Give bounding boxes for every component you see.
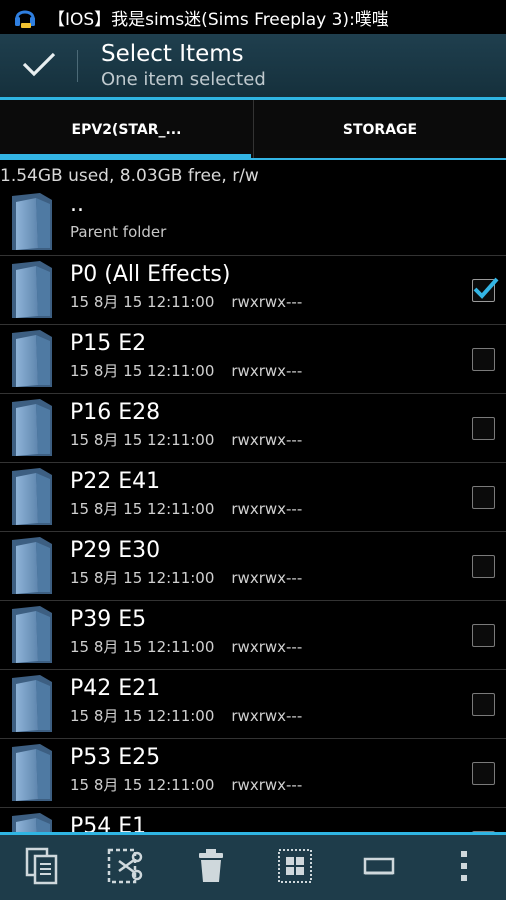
folder-name: P54 E1: [70, 814, 147, 832]
page-title: Select Items: [101, 40, 244, 67]
overflow-menu-button[interactable]: [440, 844, 488, 892]
folder-date: 15 8月 15 12:11:00: [70, 707, 215, 725]
status-bar: 【IOS】我是sims迷(Sims Freeplay 3):噗嗤: [0, 0, 506, 34]
folder-name: P0 (All Effects): [70, 262, 231, 287]
folder-icon: [10, 605, 54, 665]
copy-icon: [25, 847, 59, 889]
row-checkbox[interactable]: [472, 348, 495, 371]
file-row[interactable]: P54 E1: [0, 808, 506, 832]
parent-folder-row[interactable]: .. Parent folder: [0, 188, 506, 256]
folder-name: P39 E5: [70, 607, 147, 632]
folder-meta: 15 8月 15 12:11:00 rwxrwx---: [70, 499, 302, 519]
folder-name: P42 E21: [70, 676, 161, 701]
folder-meta: 15 8月 15 12:11:00 rwxrwx---: [70, 568, 302, 588]
row-checkbox[interactable]: [472, 555, 495, 578]
folder-date: 15 8月 15 12:11:00: [70, 638, 215, 656]
file-row[interactable]: P53 E25 15 8月 15 12:11:00 rwxrwx---: [0, 739, 506, 808]
tab-divider-line: [0, 158, 506, 160]
folder-date: 15 8月 15 12:11:00: [70, 431, 215, 449]
delete-button[interactable]: [187, 844, 235, 892]
storage-info: 1.54GB used, 8.03GB free, r/w: [0, 166, 259, 186]
folder-icon: [10, 743, 54, 803]
folder-icon: [10, 467, 54, 527]
folder-meta: 15 8月 15 12:11:00 rwxrwx---: [70, 430, 302, 450]
folder-permissions: rwxrwx---: [231, 293, 303, 311]
folder-icon: [10, 329, 54, 389]
delete-icon: [197, 848, 225, 888]
parent-folder-label: Parent folder: [70, 223, 167, 241]
folder-name: P22 E41: [70, 469, 161, 494]
row-checkbox[interactable]: [472, 417, 495, 440]
folder-permissions: rwxrwx---: [231, 569, 303, 587]
file-row[interactable]: P16 E28 15 8月 15 12:11:00 rwxrwx---: [0, 394, 506, 463]
folder-permissions: rwxrwx---: [231, 638, 303, 656]
file-row[interactable]: P0 (All Effects) 15 8月 15 12:11:00 rwxrwx-…: [0, 256, 506, 325]
action-bar: Select Items One item selected: [0, 34, 506, 100]
tab-bar: EPV2(STAR_... STORAGE: [0, 100, 506, 160]
folder-name: P15 E2: [70, 331, 147, 356]
file-row[interactable]: P39 E5 15 8月 15 12:11:00 rwxrwx---: [0, 601, 506, 670]
folder-permissions: rwxrwx---: [231, 431, 303, 449]
row-checkbox[interactable]: [472, 762, 495, 785]
row-checkbox[interactable]: [472, 624, 495, 647]
cut-icon: [107, 847, 145, 889]
bottom-action-bar: [0, 832, 506, 900]
folder-icon: [10, 260, 54, 320]
folder-meta: 15 8月 15 12:11:00 rwxrwx---: [70, 775, 302, 795]
folder-permissions: rwxrwx---: [231, 500, 303, 518]
folder-date: 15 8月 15 12:11:00: [70, 293, 215, 311]
file-row[interactable]: P29 E30 15 8月 15 12:11:00 rwxrwx---: [0, 532, 506, 601]
folder-icon: [10, 812, 54, 832]
selection-count: One item selected: [101, 68, 266, 90]
folder-meta: 15 8月 15 12:11:00 rwxrwx---: [70, 292, 302, 312]
notification-text: 【IOS】我是sims迷(Sims Freeplay 3):噗嗤: [48, 9, 389, 30]
checkmark-icon: [22, 51, 56, 81]
rename-icon: [363, 856, 395, 880]
folder-name: P53 E25: [70, 745, 161, 770]
folder-icon: [10, 192, 54, 252]
folder-icon: [10, 398, 54, 458]
select-all-button[interactable]: [271, 844, 319, 892]
cut-button[interactable]: [102, 844, 150, 892]
file-row[interactable]: P22 E41 15 8月 15 12:11:00 rwxrwx---: [0, 463, 506, 532]
row-checkbox[interactable]: [472, 277, 499, 302]
row-checkbox[interactable]: [472, 693, 495, 716]
headset-notification-icon: [12, 4, 38, 30]
folder-meta: 15 8月 15 12:11:00 rwxrwx---: [70, 361, 302, 381]
folder-date: 15 8月 15 12:11:00: [70, 776, 215, 794]
row-checkbox[interactable]: [472, 486, 495, 509]
file-row[interactable]: P15 E2 15 8月 15 12:11:00 rwxrwx---: [0, 325, 506, 394]
tab-storage[interactable]: STORAGE: [253, 100, 506, 160]
folder-date: 15 8月 15 12:11:00: [70, 500, 215, 518]
parent-folder-name: ..: [70, 192, 84, 217]
rename-button[interactable]: [355, 844, 403, 892]
folder-icon: [10, 536, 54, 596]
folder-icon: [10, 674, 54, 734]
done-button[interactable]: [0, 34, 78, 97]
folder-meta: 15 8月 15 12:11:00 rwxrwx---: [70, 637, 302, 657]
folder-meta: 15 8月 15 12:11:00 rwxrwx---: [70, 706, 302, 726]
folder-date: 15 8月 15 12:11:00: [70, 362, 215, 380]
tab-epv2[interactable]: EPV2(STAR_...: [0, 100, 253, 160]
overflow-menu-icon: [460, 850, 468, 886]
folder-name: P29 E30: [70, 538, 161, 563]
folder-date: 15 8月 15 12:11:00: [70, 569, 215, 587]
copy-button[interactable]: [18, 844, 66, 892]
folder-permissions: rwxrwx---: [231, 707, 303, 725]
folder-name: P16 E28: [70, 400, 161, 425]
folder-permissions: rwxrwx---: [231, 362, 303, 380]
file-list[interactable]: .. Parent folder P0 (All Effects) 15 8月 1…: [0, 188, 506, 832]
folder-permissions: rwxrwx---: [231, 776, 303, 794]
file-row[interactable]: P42 E21 15 8月 15 12:11:00 rwxrwx---: [0, 670, 506, 739]
select-all-icon: [277, 848, 313, 888]
